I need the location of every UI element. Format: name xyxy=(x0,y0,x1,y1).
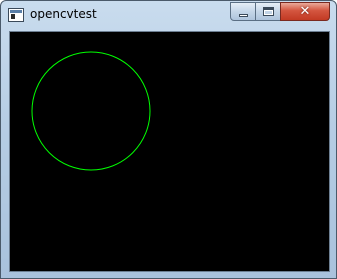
close-icon: ✕ xyxy=(299,4,311,19)
window-title: opencvtest xyxy=(30,7,97,21)
green-circle xyxy=(31,51,151,171)
close-button[interactable]: ✕ xyxy=(280,2,330,21)
minimize-icon xyxy=(238,13,248,17)
image-canvas xyxy=(9,31,330,272)
canvas-drawing xyxy=(31,51,151,171)
window-app-icon[interactable] xyxy=(8,8,24,22)
maximize-button[interactable] xyxy=(255,2,281,21)
maximize-icon xyxy=(262,7,274,16)
minimize-button[interactable] xyxy=(230,2,256,21)
title-bar[interactable]: opencvtest ✕ xyxy=(1,1,336,30)
app-window: opencvtest ✕ xyxy=(0,0,337,279)
